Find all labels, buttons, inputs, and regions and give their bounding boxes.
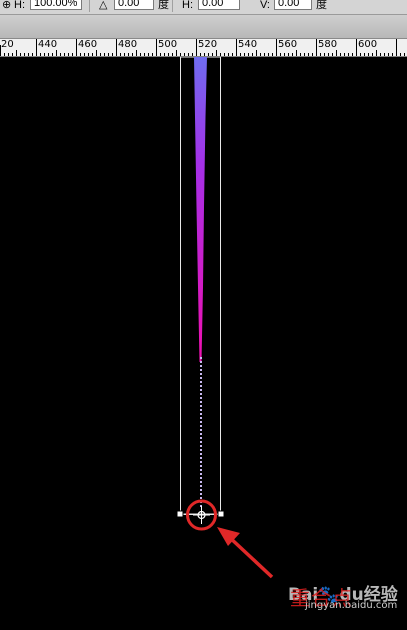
hskew-field[interactable]: 0.00 xyxy=(198,0,240,10)
ruler-label: 580 xyxy=(318,39,338,50)
link-icon[interactable]: ⊕ xyxy=(2,0,11,12)
vskew-label: V: xyxy=(260,0,270,11)
angle-field[interactable]: 0.00 xyxy=(114,0,154,10)
canvas-artwork xyxy=(176,57,274,579)
ruler-label: 480 xyxy=(118,39,138,50)
resize-handle-bottom-right[interactable] xyxy=(217,510,225,518)
ruler-label: 560 xyxy=(278,39,298,50)
angle-icon: △ xyxy=(99,0,108,11)
divider xyxy=(172,0,173,12)
horizontal-ruler[interactable]: 20 440 460 480 500 520 540 560 580 600 xyxy=(0,39,407,57)
options-bar: ⊕ H: 100.00% △ 0.00 度 H: 0.00 V: 0.00 度 xyxy=(0,0,407,15)
hskew-label: H: xyxy=(182,0,193,11)
document-tab-strip xyxy=(0,15,407,39)
red-arrow-icon xyxy=(217,527,274,579)
divider xyxy=(89,0,90,12)
degree-unit: 度 xyxy=(158,0,169,11)
ruler-label: 540 xyxy=(238,39,258,50)
h-scale-label: H: xyxy=(14,0,25,11)
document-canvas[interactable] xyxy=(0,57,407,630)
ruler-label: 600 xyxy=(358,39,378,50)
vskew-field[interactable]: 0.00 xyxy=(274,0,312,10)
resize-handle-bottom-left[interactable] xyxy=(176,510,184,518)
ruler-label: 500 xyxy=(158,39,178,50)
ruler-label: 440 xyxy=(38,39,58,50)
ruler-label: 460 xyxy=(78,39,98,50)
degree-unit: 度 xyxy=(316,0,327,11)
gradient-brush-stroke xyxy=(194,57,207,362)
reference-point-crosshair-icon[interactable] xyxy=(193,506,210,524)
h-scale-field[interactable]: 100.00% xyxy=(30,0,82,10)
watermark-url: jingyan.baidu.com xyxy=(305,600,398,611)
ruler-label: 520 xyxy=(198,39,218,50)
ruler-label: 20 xyxy=(1,39,14,50)
